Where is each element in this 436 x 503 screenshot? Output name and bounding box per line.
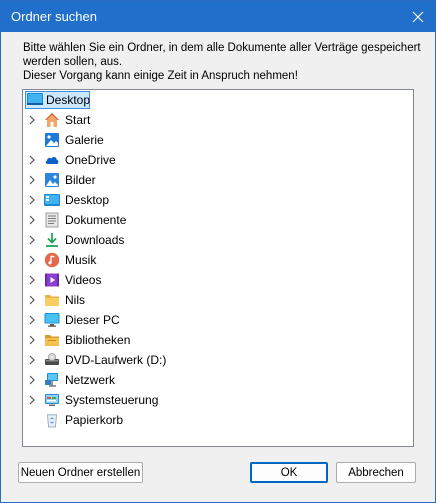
folder-browser-dialog: Ordner suchen Bitte wählen Sie ein Ordne… [0,0,436,503]
tree-item-label: DVD-Laufwerk (D:) [65,353,167,367]
tree-item-musik[interactable]: Musik [23,250,413,270]
tree-item-bilder[interactable]: Bilder [23,170,413,190]
close-button[interactable] [401,1,435,32]
cancel-button[interactable]: Abbrechen [336,462,416,483]
tree-item-label: Musik [65,253,97,267]
chevron-right-icon[interactable] [27,395,37,405]
tree-item-label: Dieser PC [65,313,120,327]
tree-item-netzwerk[interactable]: Netzwerk [23,370,413,390]
tree-item-label: Netzwerk [65,373,116,387]
title-bar[interactable]: Ordner suchen [1,1,435,32]
tree-item-label: Bilder [65,173,96,187]
tree-item-onedrive[interactable]: OneDrive [23,150,413,170]
home-icon [45,113,59,127]
tree-item-label: Systemsteuerung [65,393,159,407]
tree-item-label: Papierkorb [65,413,124,427]
tree-item-downloads[interactable]: Downloads [23,230,413,250]
tree-item-label: Desktop [65,193,110,207]
tree-item-label: Dokumente [65,213,127,227]
desktop-icon [44,194,60,206]
libraries-icon [45,335,59,346]
pictures-icon [45,173,59,187]
recycle-bin-icon [47,414,57,428]
chevron-right-icon[interactable] [27,235,37,245]
instructions-line-3: Dieser Vorgang kann einige Zeit in Anspr… [23,70,298,82]
tree-item-label: Videos [65,273,102,287]
tree-item-label: OneDrive [65,153,116,167]
tree-item-label: Nils [65,293,85,307]
instructions-line-1: Bitte wählen Sie ein Ordner, in dem alle… [23,42,421,54]
tree-item-systemsteuerung[interactable]: Systemsteuerung [23,390,413,410]
tree-item-desktop[interactable]: Desktop [23,190,413,210]
tree-item-start[interactable]: Start [23,110,413,130]
ok-button[interactable]: OK [250,462,328,483]
folder-icon [45,295,59,306]
tree-item-nils[interactable]: Nils [23,290,413,310]
chevron-right-icon[interactable] [27,335,37,345]
close-icon [412,11,424,22]
tree-item-dokumente[interactable]: Dokumente [23,210,413,230]
download-icon [46,233,58,247]
tree-item-label: Bibliotheken [65,333,131,347]
chevron-right-icon[interactable] [27,375,37,385]
monitor-icon [44,313,60,327]
chevron-right-icon[interactable] [27,295,37,305]
chevron-right-icon[interactable] [27,255,37,265]
folder-tree[interactable]: Desktop Start Galerie OneDrive Bilder De… [22,89,414,447]
network-icon [45,373,58,387]
gallery-icon [45,133,59,147]
instructions-line-2: werden sollen, aus. [23,56,123,68]
documents-icon [45,212,59,228]
chevron-right-icon[interactable] [27,175,37,185]
tree-item-galerie[interactable]: Galerie [23,130,413,150]
chevron-right-icon[interactable] [27,215,37,225]
tree-root-desktop[interactable]: Desktop [23,90,413,110]
instructions-text: Bitte wählen Sie ein Ordner, in dem alle… [23,41,423,83]
cloud-icon [45,157,59,164]
tree-item-dieser-pc[interactable]: Dieser PC [23,310,413,330]
window-title: Ordner suchen [11,9,97,24]
tree-item-papierkorb[interactable]: Papierkorb [23,410,413,430]
tree-item-videos[interactable]: Videos [23,270,413,290]
tree-root-label: Desktop [46,93,91,107]
tree-item-label: Downloads [65,233,125,247]
tree-item-label: Start [65,113,91,127]
tree-item-label: Galerie [65,133,104,147]
desktop-icon [27,93,43,105]
chevron-right-icon[interactable] [27,155,37,165]
chevron-right-icon[interactable] [27,275,37,285]
music-icon [44,252,60,268]
chevron-right-icon[interactable] [27,195,37,205]
chevron-right-icon[interactable] [27,315,37,325]
chevron-right-icon[interactable] [27,115,37,125]
tree-item-dvd-laufwerk[interactable]: DVD-Laufwerk (D:) [23,350,413,370]
new-folder-button[interactable]: Neuen Ordner erstellen [18,462,143,483]
control-panel-icon [45,394,59,406]
chevron-right-icon[interactable] [27,355,37,365]
video-icon [45,273,59,287]
tree-item-bibliotheken[interactable]: Bibliotheken [23,330,413,350]
dvd-drive-icon [45,353,59,365]
